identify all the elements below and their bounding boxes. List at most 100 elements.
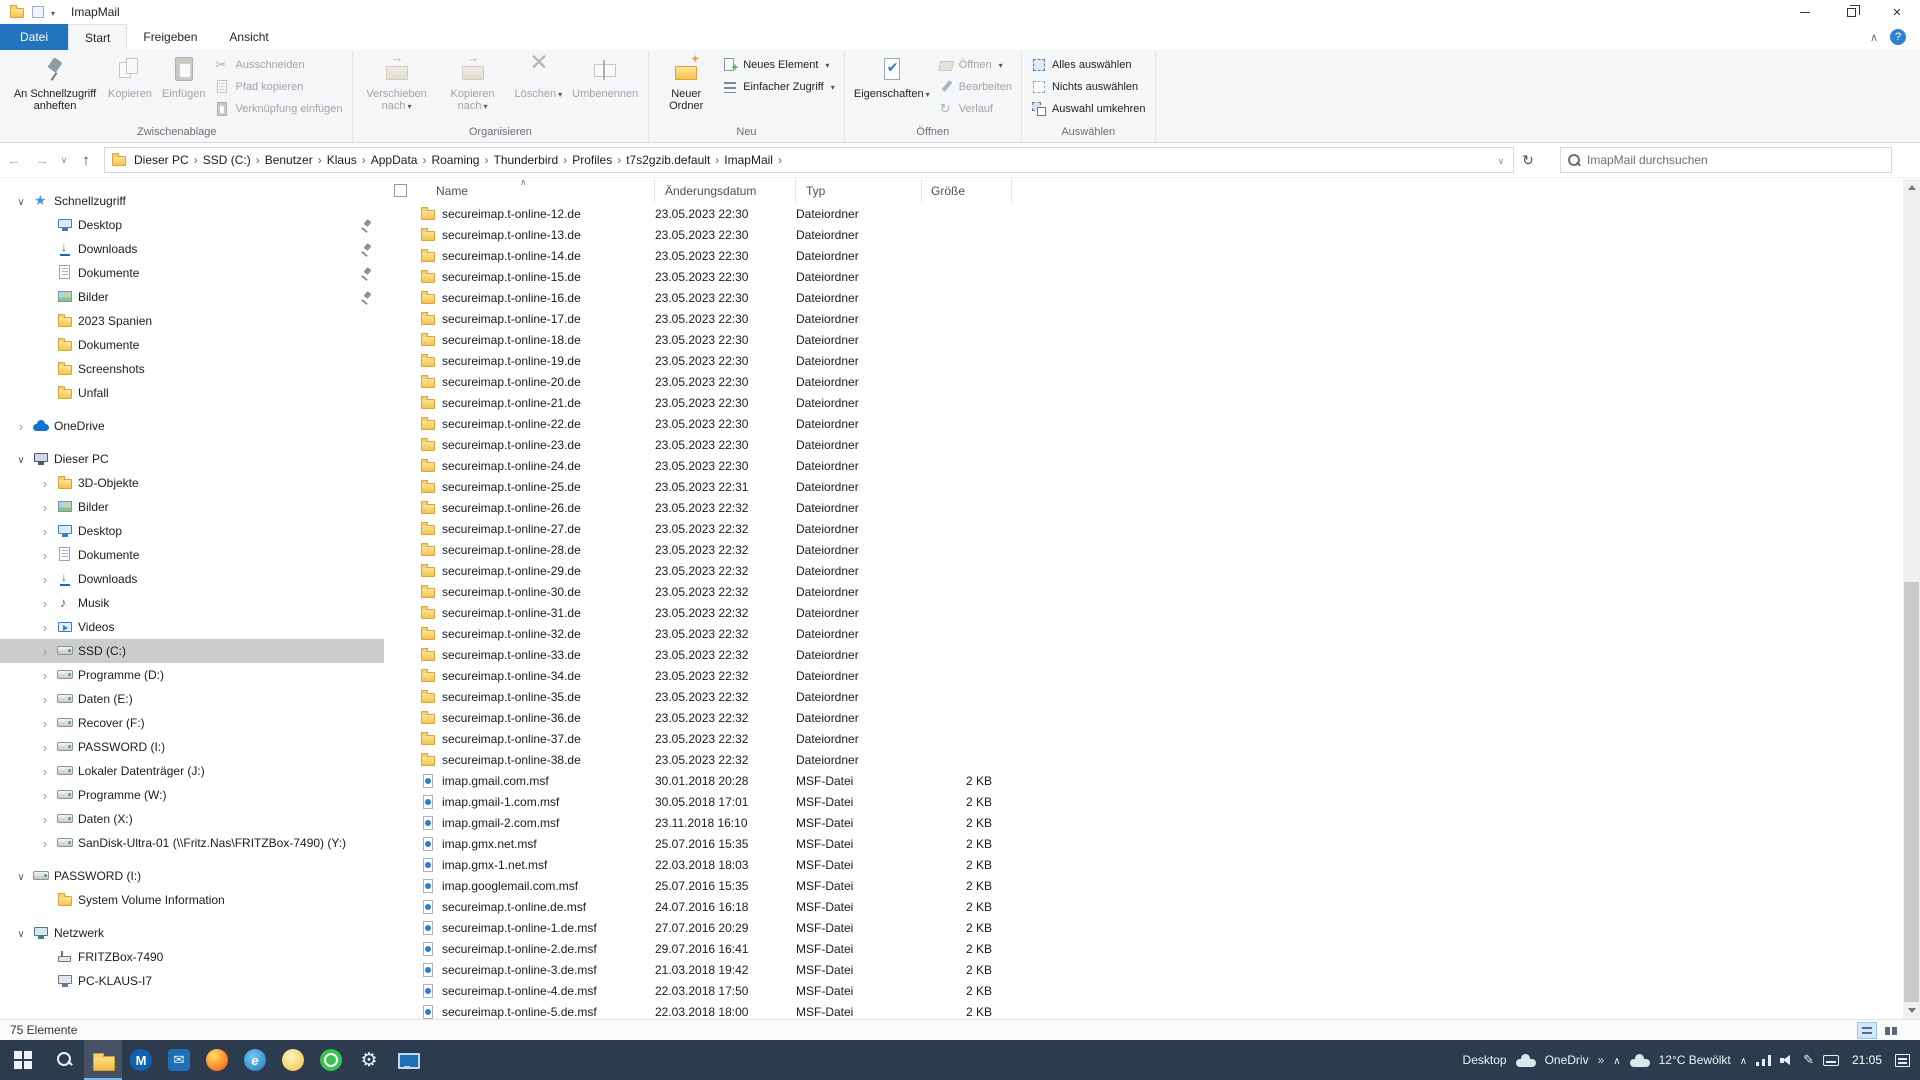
breadcrumb-separator-icon[interactable]: [615, 153, 623, 167]
file-row[interactable]: imap.gmail-1.com.msf 30.05.2018 17:01 MS…: [384, 791, 1903, 812]
file-row[interactable]: secureimap.t-online-15.de 23.05.2023 22:…: [384, 266, 1903, 287]
taskbar-app-edge[interactable]: e: [236, 1040, 274, 1080]
file-row[interactable]: imap.gmail.com.msf 30.01.2018 20:28 MSF-…: [384, 770, 1903, 791]
sidebar-item[interactable]: Unfall: [0, 381, 384, 405]
sidebar-item[interactable]: Desktop: [0, 213, 384, 237]
expand-chevron-icon[interactable]: [38, 572, 52, 587]
file-row[interactable]: secureimap.t-online-4.de.msf 22.03.2018 …: [384, 980, 1903, 1001]
taskbar-app-m[interactable]: M: [122, 1040, 160, 1080]
taskbar-app-whatsapp[interactable]: [312, 1040, 350, 1080]
sidebar-item[interactable]: Dieser PC: [0, 447, 384, 471]
details-view-icon[interactable]: [1857, 1022, 1877, 1039]
taskbar-app-firefox[interactable]: [198, 1040, 236, 1080]
expand-chevron-icon[interactable]: [38, 788, 52, 803]
cut-button[interactable]: Ausschneiden: [210, 54, 346, 76]
expand-chevron-icon[interactable]: [38, 500, 52, 515]
file-row[interactable]: secureimap.t-online-37.de 23.05.2023 22:…: [384, 728, 1903, 749]
sidebar-item[interactable]: Lokaler Datenträger (J:): [0, 759, 384, 783]
breadcrumb-separator-icon[interactable]: [316, 153, 324, 167]
easy-access-button[interactable]: Einfacher Zugriff: [718, 76, 839, 98]
pin-to-quick-access-button[interactable]: An Schnellzugriff anheften: [7, 51, 103, 114]
open-button[interactable]: Öffnen: [934, 54, 1016, 76]
breadcrumb-separator-icon[interactable]: [254, 153, 262, 167]
address-dropdown-icon[interactable]: [1489, 153, 1513, 167]
select-all-checkbox[interactable]: [394, 184, 407, 197]
expand-chevron-icon[interactable]: [14, 926, 28, 940]
expand-chevron-icon[interactable]: [38, 476, 52, 491]
expand-chevron-icon[interactable]: [38, 764, 52, 779]
expand-chevron-icon[interactable]: [38, 644, 52, 659]
sidebar-item[interactable]: Videos: [0, 615, 384, 639]
taskbar-app-display[interactable]: [388, 1040, 426, 1080]
sidebar-item[interactable]: Musik: [0, 591, 384, 615]
sidebar-item[interactable]: 3D-Objekte: [0, 471, 384, 495]
file-row[interactable]: secureimap.t-online-38.de 23.05.2023 22:…: [384, 749, 1903, 770]
copy-to-button[interactable]: Kopieren nach: [436, 51, 510, 115]
thumbnails-view-icon[interactable]: [1880, 1022, 1900, 1039]
sidebar-item[interactable]: Downloads: [0, 237, 384, 261]
qat-customize-caret-icon[interactable]: [51, 5, 55, 19]
file-row[interactable]: secureimap.t-online-26.de 23.05.2023 22:…: [384, 497, 1903, 518]
restore-button[interactable]: [1828, 0, 1874, 24]
expand-chevron-icon[interactable]: [38, 668, 52, 683]
sidebar-item[interactable]: Schnellzugriff: [0, 189, 384, 213]
expand-chevron-icon[interactable]: [38, 524, 52, 539]
file-row[interactable]: imap.gmx.net.msf 25.07.2016 15:35 MSF-Da…: [384, 833, 1903, 854]
invert-selection-button[interactable]: Auswahl umkehren: [1027, 98, 1150, 120]
hidden-icons-chevron-icon[interactable]: [1740, 1053, 1747, 1067]
copy-path-button[interactable]: Pfad kopieren: [210, 76, 346, 98]
scroll-down-icon[interactable]: [1903, 1002, 1920, 1019]
file-row[interactable]: secureimap.t-online-19.de 23.05.2023 22:…: [384, 350, 1903, 371]
expand-chevron-icon[interactable]: [38, 716, 52, 731]
file-row[interactable]: secureimap.t-online-35.de 23.05.2023 22:…: [384, 686, 1903, 707]
file-row[interactable]: secureimap.t-online-36.de 23.05.2023 22:…: [384, 707, 1903, 728]
sidebar-item[interactable]: PASSWORD (I:): [0, 735, 384, 759]
taskbar-onedrive-toolbar[interactable]: OneDriv: [1545, 1053, 1589, 1067]
history-button[interactable]: Verlauf: [934, 98, 1016, 120]
sidebar-item[interactable]: Dokumente: [0, 333, 384, 357]
file-row[interactable]: secureimap.t-online-33.de 23.05.2023 22:…: [384, 644, 1903, 665]
vertical-scrollbar[interactable]: [1903, 179, 1920, 1019]
edit-button[interactable]: Bearbeiten: [934, 76, 1016, 98]
start-button[interactable]: [0, 1040, 46, 1080]
sidebar-item[interactable]: Dokumente: [0, 543, 384, 567]
file-row[interactable]: secureimap.t-online-14.de 23.05.2023 22:…: [384, 245, 1903, 266]
file-row[interactable]: secureimap.t-online-16.de 23.05.2023 22:…: [384, 287, 1903, 308]
file-row[interactable]: secureimap.t-online-1.de.msf 27.07.2016 …: [384, 917, 1903, 938]
expand-chevron-icon[interactable]: [14, 452, 28, 466]
sidebar-item[interactable]: Recover (F:): [0, 711, 384, 735]
file-row[interactable]: secureimap.t-online-21.de 23.05.2023 22:…: [384, 392, 1903, 413]
breadcrumb-separator-icon[interactable]: [482, 153, 490, 167]
sidebar-item[interactable]: Bilder: [0, 495, 384, 519]
delete-button[interactable]: Löschen: [510, 51, 568, 103]
expand-chevron-icon[interactable]: [38, 692, 52, 707]
column-header-type[interactable]: Typ: [796, 179, 922, 203]
toolbar-overflow-icon[interactable]: [1598, 1053, 1605, 1067]
sidebar-item[interactable]: Daten (X:): [0, 807, 384, 831]
expand-chevron-icon[interactable]: [38, 596, 52, 611]
file-row[interactable]: secureimap.t-online-28.de 23.05.2023 22:…: [384, 539, 1903, 560]
expand-chevron-icon[interactable]: [38, 620, 52, 635]
breadcrumb-separator-icon[interactable]: [192, 153, 200, 167]
properties-button[interactable]: Eigenschaften: [850, 51, 934, 103]
breadcrumb-item[interactable]: Klaus: [324, 153, 360, 167]
sidebar-item[interactable]: OneDrive: [0, 414, 384, 438]
breadcrumb-item[interactable]: Thunderbird: [490, 153, 561, 167]
breadcrumb-item[interactable]: SSD (C:): [200, 153, 254, 167]
file-row[interactable]: secureimap.t-online-2.de.msf 29.07.2016 …: [384, 938, 1903, 959]
breadcrumb-separator-icon[interactable]: [561, 153, 569, 167]
file-row[interactable]: secureimap.t-online-29.de 23.05.2023 22:…: [384, 560, 1903, 581]
file-row[interactable]: imap.gmail-2.com.msf 23.11.2018 16:10 MS…: [384, 812, 1903, 833]
sidebar-item[interactable]: PASSWORD (I:): [0, 864, 384, 888]
file-row[interactable]: secureimap.t-online-17.de 23.05.2023 22:…: [384, 308, 1903, 329]
collapse-ribbon-icon[interactable]: [1870, 30, 1878, 44]
pen-icon[interactable]: [1803, 1052, 1814, 1068]
sidebar-item[interactable]: System Volume Information: [0, 888, 384, 912]
expand-chevron-icon[interactable]: [38, 548, 52, 563]
breadcrumb-item[interactable]: Profiles: [569, 153, 615, 167]
taskbar-app-explorer[interactable]: [84, 1040, 122, 1080]
select-all-button[interactable]: Alles auswählen: [1027, 54, 1150, 76]
file-row[interactable]: secureimap.t-online-20.de 23.05.2023 22:…: [384, 371, 1903, 392]
scrollbar-thumb[interactable]: [1904, 582, 1919, 1002]
file-row[interactable]: secureimap.t-online-32.de 23.05.2023 22:…: [384, 623, 1903, 644]
